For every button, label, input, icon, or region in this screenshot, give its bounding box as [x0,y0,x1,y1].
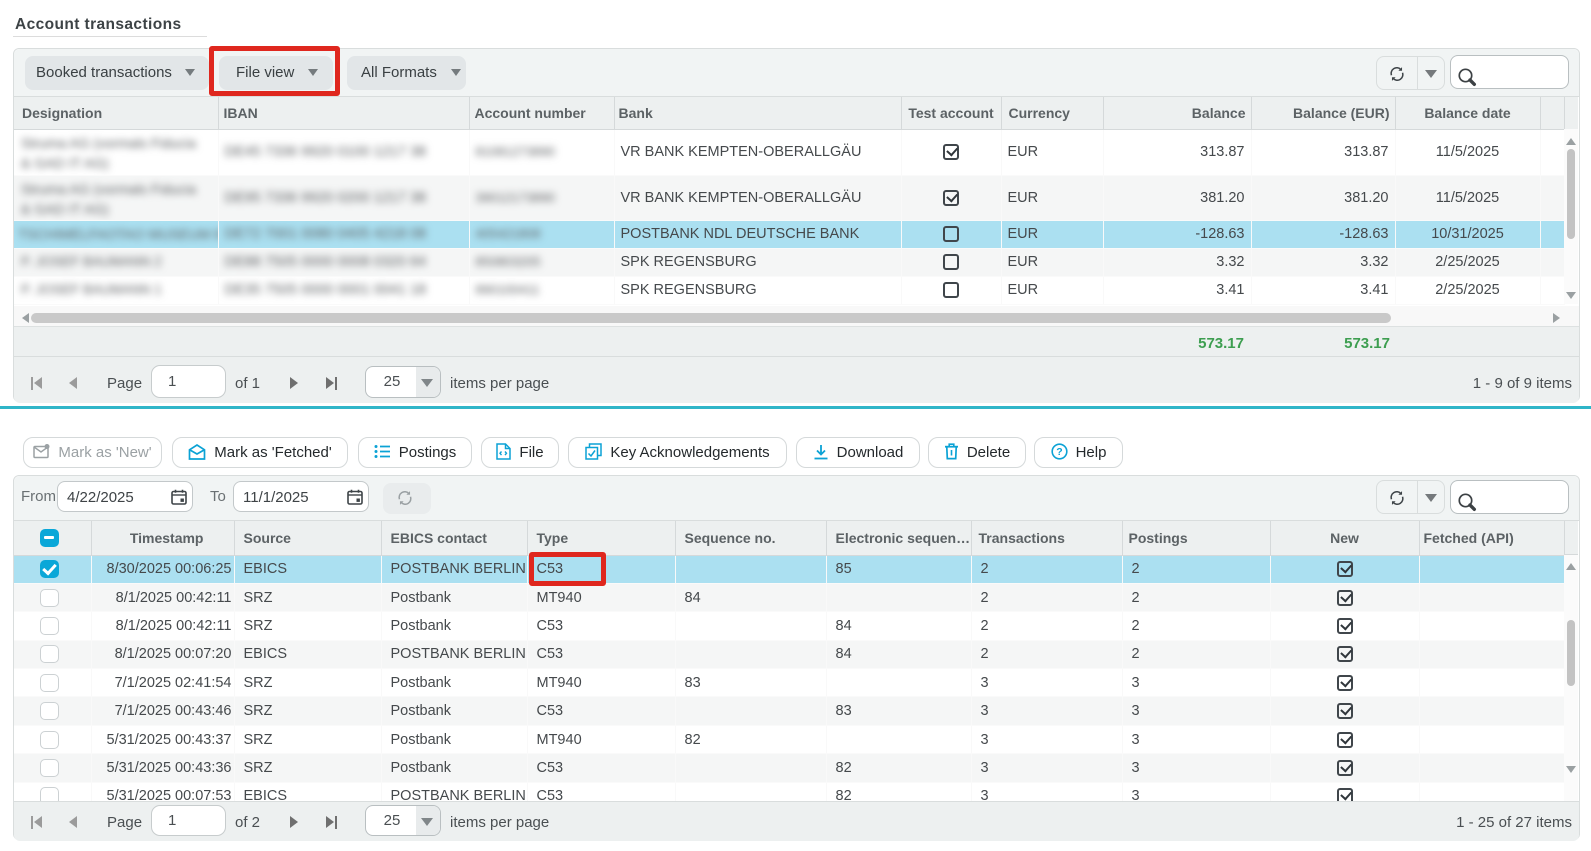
svg-text:?: ? [1056,446,1062,458]
